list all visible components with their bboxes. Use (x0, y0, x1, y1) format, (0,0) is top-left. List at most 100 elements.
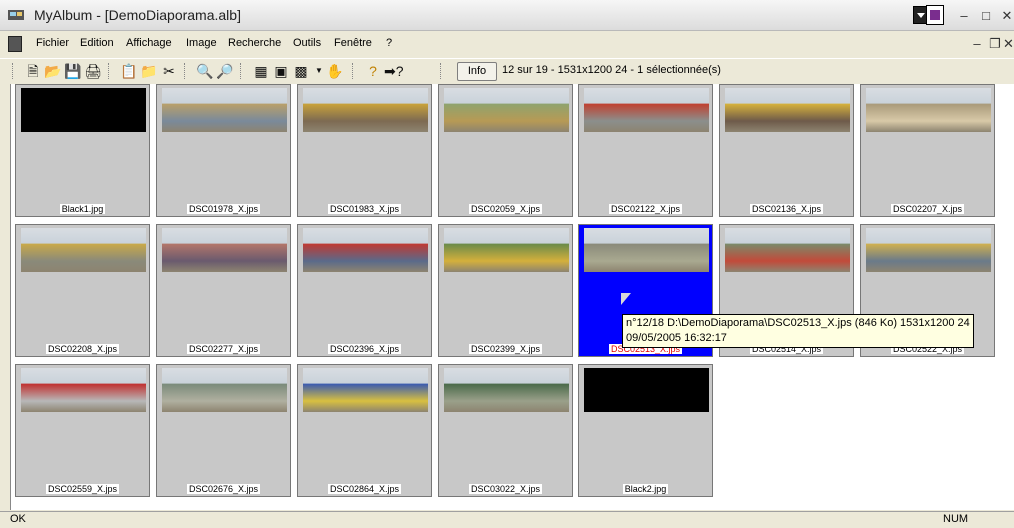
tooltip-line-1: n°12/18 D:\DemoDiaporama\DSC02513_X.jps … (626, 317, 970, 329)
thumbnail-image (162, 228, 287, 272)
thumbnail-item[interactable]: Black1.jpg (15, 84, 150, 217)
menu-outils[interactable]: Outils (293, 37, 321, 49)
thumbnail-item[interactable]: DSC02207_X.jps (860, 84, 995, 217)
thumbnail-item[interactable]: DSC02399_X.jps (438, 224, 573, 357)
toolbar: 🗎 📂 💾 🖨 📋 📁 ✂ 🔍 🔎 ▦ ▣ ▩ ▼ ✋ ? ➡? Info 12… (0, 58, 1014, 83)
app-icon (8, 10, 24, 20)
album-view[interactable]: Black1.jpg DSC01978_X.jps DSC01983_X.jps DS… (10, 84, 1014, 510)
thumbnail-item[interactable]: DSC02208_X.jps (15, 224, 150, 357)
thumbnail-item[interactable]: DSC02122_X.jps (578, 84, 713, 217)
thumbnail-item[interactable]: DSC02676_X.jps (156, 364, 291, 497)
status-text: OK (10, 513, 26, 525)
file-info-tooltip: n°12/18 D:\DemoDiaporama\DSC02513_X.jps … (622, 314, 974, 348)
thumbnail-image (444, 88, 569, 132)
save-icon[interactable]: 💾 (64, 62, 82, 80)
status-bar: OK NUM (0, 511, 1014, 528)
thumbnail-caption: DSC02399_X.jps (439, 344, 572, 354)
thumbnail-image (303, 368, 428, 412)
thumbnail-image (162, 368, 287, 412)
thumbnail-image (725, 228, 850, 272)
thumbnail-item[interactable]: DSC02559_X.jps (15, 364, 150, 497)
binoculars-icon[interactable]: 🔍 (196, 62, 214, 80)
open-folder-icon[interactable]: 📁 (140, 62, 158, 80)
thumbnail-filename: DSC02559_X.jps (45, 484, 120, 494)
thumbnail-image (21, 88, 146, 132)
menu-image[interactable]: Image (186, 37, 217, 49)
thumbnail-filename: Black2.jpg (622, 484, 669, 494)
thumbnail-filename: DSC02059_X.jps (468, 204, 543, 214)
thumbnail-item[interactable]: DSC02059_X.jps (438, 84, 573, 217)
menu-edition[interactable]: Edition (80, 37, 114, 49)
menu-bar: Fichier Edition Affichage Image Recherch… (0, 34, 1014, 54)
menu-affichage[interactable]: Affichage (126, 37, 172, 49)
thumbnail-item[interactable]: DSC02277_X.jps (156, 224, 291, 357)
thumbnail-image (866, 228, 991, 272)
thumbnail-filename: DSC02676_X.jps (186, 484, 261, 494)
mdi-minimize-icon[interactable]: – (968, 36, 986, 52)
thumbnail-caption: DSC02208_X.jps (16, 344, 149, 354)
palette-button[interactable] (926, 5, 944, 25)
close-icon[interactable]: ✕ (998, 6, 1014, 26)
mdi-restore-icon[interactable]: ❐ (986, 36, 1004, 52)
thumbnail-item[interactable]: DSC01983_X.jps (297, 84, 432, 217)
info-button[interactable]: Info (457, 62, 497, 81)
thumbnail-caption: DSC01983_X.jps (298, 204, 431, 214)
thumbnail-caption: DSC02277_X.jps (157, 344, 290, 354)
thumbnail-image (21, 228, 146, 272)
menu-fichier[interactable]: Fichier (36, 37, 69, 49)
thumbnail-filename: DSC02207_X.jps (890, 204, 965, 214)
thumbnail-caption: DSC02207_X.jps (861, 204, 994, 214)
thumbnail-image (162, 88, 287, 132)
thumbnail-image (866, 88, 991, 132)
thumbnail-image (444, 228, 569, 272)
thumbnail-item[interactable]: DSC01978_X.jps (156, 84, 291, 217)
cut-icon[interactable]: ✂ (160, 62, 178, 80)
mdi-close-icon[interactable]: ✕ (1003, 36, 1014, 52)
document-icon[interactable] (8, 36, 22, 52)
help-icon[interactable]: ? (364, 62, 382, 80)
new-icon[interactable]: 🗎 (24, 62, 42, 80)
thumbnail-filename: DSC02399_X.jps (468, 344, 543, 354)
thumbnail-filename: DSC02864_X.jps (327, 484, 402, 494)
menu-fenetre[interactable]: Fenêtre (334, 37, 372, 49)
thumbnail-image (584, 228, 709, 272)
thumbnail-caption: DSC01978_X.jps (157, 204, 290, 214)
thumbnail-filename: DSC03022_X.jps (468, 484, 543, 494)
thumbnail-item[interactable]: DSC02136_X.jps (719, 84, 854, 217)
find-replace-icon[interactable]: 🔎 (216, 62, 234, 80)
thumbnail-filename: DSC02122_X.jps (608, 204, 683, 214)
thumbnail-image (725, 88, 850, 132)
open-icon[interactable]: 📂 (44, 62, 62, 80)
minimize-icon[interactable]: – (955, 6, 973, 26)
thumbnail-item[interactable]: Black2.jpg (578, 364, 713, 497)
window-title: MyAlbum - [DemoDiaporama.alb] (34, 7, 241, 23)
hand-icon[interactable]: ✋ (326, 62, 344, 80)
thumbnail-caption: Black2.jpg (579, 484, 712, 494)
thumbnail-image (444, 368, 569, 412)
print-icon[interactable]: 🖨 (84, 62, 102, 80)
palette-icon[interactable]: ▦ (252, 62, 270, 80)
mouse-cursor-icon (621, 293, 631, 305)
menu-recherche[interactable]: Recherche (228, 37, 281, 49)
menu-help[interactable]: ? (386, 37, 392, 49)
maximize-icon[interactable]: □ (977, 6, 995, 26)
thumbnail-caption: DSC02122_X.jps (579, 204, 712, 214)
thumbnail-filename: DSC01983_X.jps (327, 204, 402, 214)
thumbnail-caption: Black1.jpg (16, 204, 149, 214)
title-bar: MyAlbum - [DemoDiaporama.alb] – □ ✕ (0, 0, 1014, 31)
thumbnail-filename: Black1.jpg (59, 204, 106, 214)
context-help-icon[interactable]: ➡? (384, 62, 404, 80)
thumbnail-item[interactable]: DSC03022_X.jps (438, 364, 573, 497)
thumbnail-filename: DSC01978_X.jps (186, 204, 261, 214)
slideshow-icon[interactable]: ▩ (292, 62, 310, 80)
thumbnail-caption: DSC03022_X.jps (439, 484, 572, 494)
thumbnail-filename: DSC02136_X.jps (749, 204, 824, 214)
num-lock-indicator: NUM (943, 513, 969, 525)
thumbnail-caption: DSC02676_X.jps (157, 484, 290, 494)
thumbnail-image (21, 368, 146, 412)
paste-icon[interactable]: 📋 (120, 62, 138, 80)
thumbnail-item[interactable]: DSC02396_X.jps (297, 224, 432, 357)
thumbnail-item[interactable]: DSC02864_X.jps (297, 364, 432, 497)
zoom-icon[interactable]: ▣ (272, 62, 290, 80)
thumbnail-image (584, 88, 709, 132)
